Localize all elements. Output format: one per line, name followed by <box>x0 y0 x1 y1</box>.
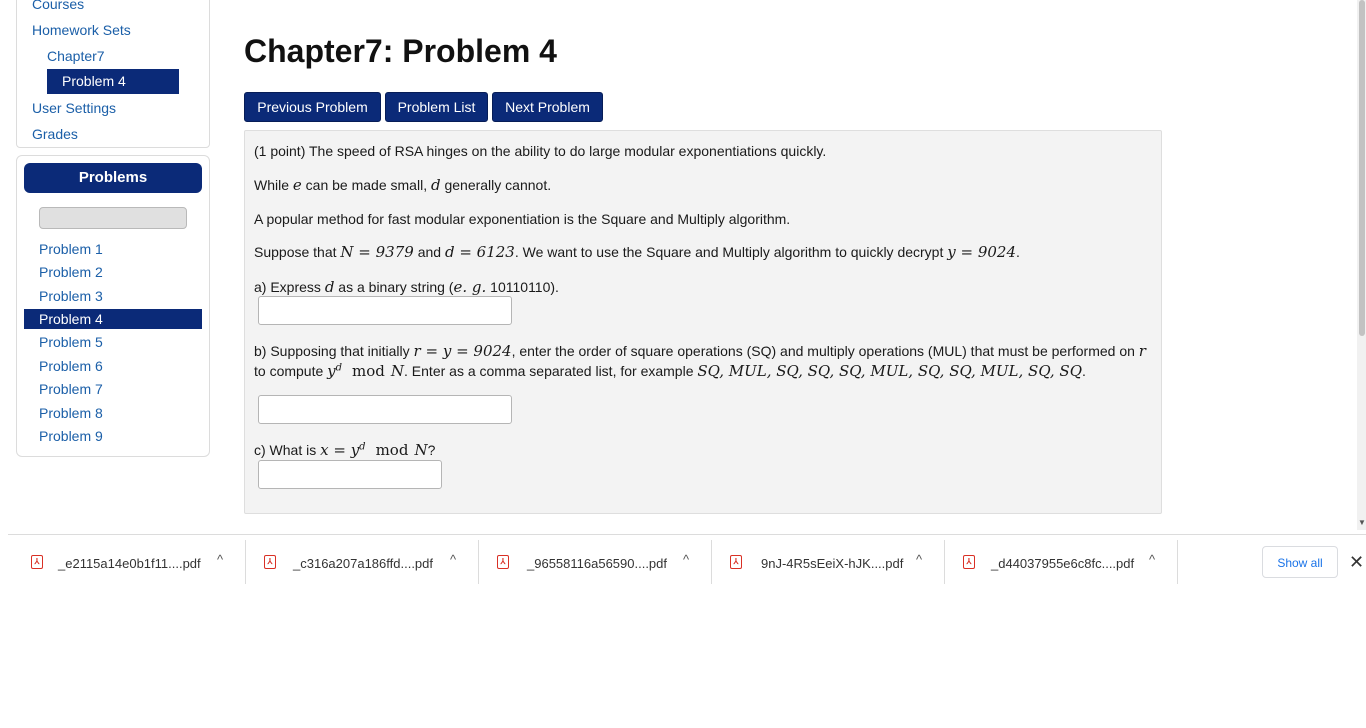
math-y: y <box>327 362 336 380</box>
problem-list-item[interactable]: Problem 3 <box>39 288 103 304</box>
answer-b-input[interactable] <box>258 395 512 424</box>
problem-list-item[interactable]: Problem 5 <box>39 334 103 350</box>
next-problem-button[interactable]: Next Problem <box>492 92 603 122</box>
problem-list-item[interactable]: Problem 9 <box>39 428 103 444</box>
text: to compute <box>254 363 328 379</box>
text: generally cannot. <box>440 177 552 193</box>
question-a: a) Express d as a binary string (e. g. 1… <box>254 278 559 296</box>
text: as a binary string ( <box>334 279 454 295</box>
math-y-value: y = 9024 <box>947 243 1017 261</box>
problem-list-item[interactable]: Problem 2 <box>39 264 103 280</box>
problem-line-parameters: Suppose that N = 9379 and d = 6123. We w… <box>254 243 1020 261</box>
nav-link-courses[interactable]: Courses <box>32 0 84 12</box>
pdf-icon: ⅄ <box>963 555 975 569</box>
answer-c-input[interactable] <box>258 460 442 489</box>
math-exponent-d: d <box>335 362 343 374</box>
problem-list-button[interactable]: Problem List <box>385 92 488 122</box>
math-example-sequence: SQ, MUL, SQ, SQ, SQ, MUL, SQ, SQ, MUL, S… <box>697 362 1082 380</box>
text: ? <box>427 442 436 458</box>
chevron-up-icon[interactable]: ^ <box>450 552 456 567</box>
chevron-up-icon[interactable]: ^ <box>1149 552 1155 567</box>
problems-panel-header: Problems <box>24 163 202 193</box>
problem-line-exponents: While e can be made small, d generally c… <box>254 176 551 194</box>
text: , enter the order of square operations (… <box>511 343 1139 359</box>
text: . Enter as a comma separated list, for e… <box>404 363 698 379</box>
pdf-icon: ⅄ <box>497 555 509 569</box>
text: 10110110). <box>486 279 559 295</box>
math-r: r <box>1138 342 1146 360</box>
math-N: N <box>390 362 405 380</box>
nav-link-chapter[interactable]: Chapter7 <box>47 48 105 64</box>
math-N-value: N = 9379 <box>340 243 414 261</box>
text: b) Supposing that initially <box>254 343 414 359</box>
chevron-up-icon[interactable]: ^ <box>217 552 223 567</box>
previous-problem-button[interactable]: Previous Problem <box>244 92 381 122</box>
download-file-name[interactable]: _d44037955e6c8fc....pdf <box>991 556 1134 571</box>
problem-line-algorithm: A popular method for fast modular expone… <box>254 211 791 227</box>
math-mod: mod <box>375 441 409 459</box>
text: can be made small, <box>301 177 431 193</box>
scroll-down-arrow-icon[interactable]: ▼ <box>1358 518 1366 527</box>
problem-list-item[interactable]: Problem 8 <box>39 405 103 421</box>
pdf-icon: ⅄ <box>264 555 276 569</box>
nav-link-homework-sets[interactable]: Homework Sets <box>32 22 131 38</box>
chevron-up-icon[interactable]: ^ <box>916 552 922 567</box>
text: a) Express <box>254 279 325 295</box>
math-e: e <box>292 176 302 194</box>
download-file-name[interactable]: 9nJ-4R5sEeiX-hJK....pdf <box>761 556 903 571</box>
close-icon[interactable]: ✕ <box>1349 552 1364 573</box>
answer-a-input[interactable] <box>258 296 512 325</box>
text: While <box>254 177 293 193</box>
text: . <box>1082 363 1086 379</box>
nav-link-current-problem[interactable]: Problem 4 <box>47 69 179 94</box>
text: c) What is <box>254 442 321 458</box>
problem-list-item[interactable]: Problem 6 <box>39 358 103 374</box>
show-all-downloads-button[interactable]: Show all <box>1262 546 1338 578</box>
question-b-line-2: to compute yd mod N. Enter as a comma sepa… <box>254 362 1086 380</box>
page-title: Chapter7: Problem 4 <box>244 33 557 69</box>
text: Suppose that <box>254 244 341 260</box>
download-file-name[interactable]: _e2115a14e0b1f11....pdf <box>58 556 201 571</box>
divider <box>711 540 712 584</box>
problem-list-item[interactable]: Problem 1 <box>39 241 103 257</box>
download-file-name[interactable]: _c316a207a186ffd....pdf <box>293 556 433 571</box>
math-d: d <box>324 278 335 296</box>
problem-intro: (1 point) The speed of RSA hinges on the… <box>254 143 827 159</box>
divider <box>1177 540 1178 584</box>
pdf-icon: ⅄ <box>730 555 742 569</box>
problem-list-item-active[interactable]: Problem 4 <box>24 309 202 329</box>
math-eg: e. g. <box>453 278 487 296</box>
divider <box>478 540 479 584</box>
text: . We want to use the Square and Multiply… <box>514 244 948 260</box>
text: and <box>413 244 445 260</box>
math-r-y-value: r = y = 9024 <box>413 342 512 360</box>
question-b-line-1: b) Supposing that initially r = y = 9024… <box>254 342 1146 360</box>
problem-list-item[interactable]: Problem 7 <box>39 381 103 397</box>
nav-link-user-settings[interactable]: User Settings <box>32 100 116 116</box>
page-scrollbar-thumb[interactable] <box>1359 0 1365 336</box>
math-x-equals-y: x = y <box>320 441 360 459</box>
math-exponent-d: d <box>359 441 366 453</box>
question-c: c) What is x = yd mod N? <box>254 441 435 459</box>
divider <box>944 540 945 584</box>
math-N: N <box>414 441 428 459</box>
progress-bar <box>39 207 187 229</box>
download-file-name[interactable]: _96558116a56590....pdf <box>527 556 667 571</box>
math-mod: mod <box>352 362 385 380</box>
divider <box>245 540 246 584</box>
text: . <box>1016 244 1020 260</box>
math-d-value: d = 6123 <box>444 243 515 261</box>
nav-link-grades[interactable]: Grades <box>32 126 78 142</box>
chevron-up-icon[interactable]: ^ <box>683 552 689 567</box>
math-d: d <box>430 176 441 194</box>
pdf-icon: ⅄ <box>31 555 43 569</box>
